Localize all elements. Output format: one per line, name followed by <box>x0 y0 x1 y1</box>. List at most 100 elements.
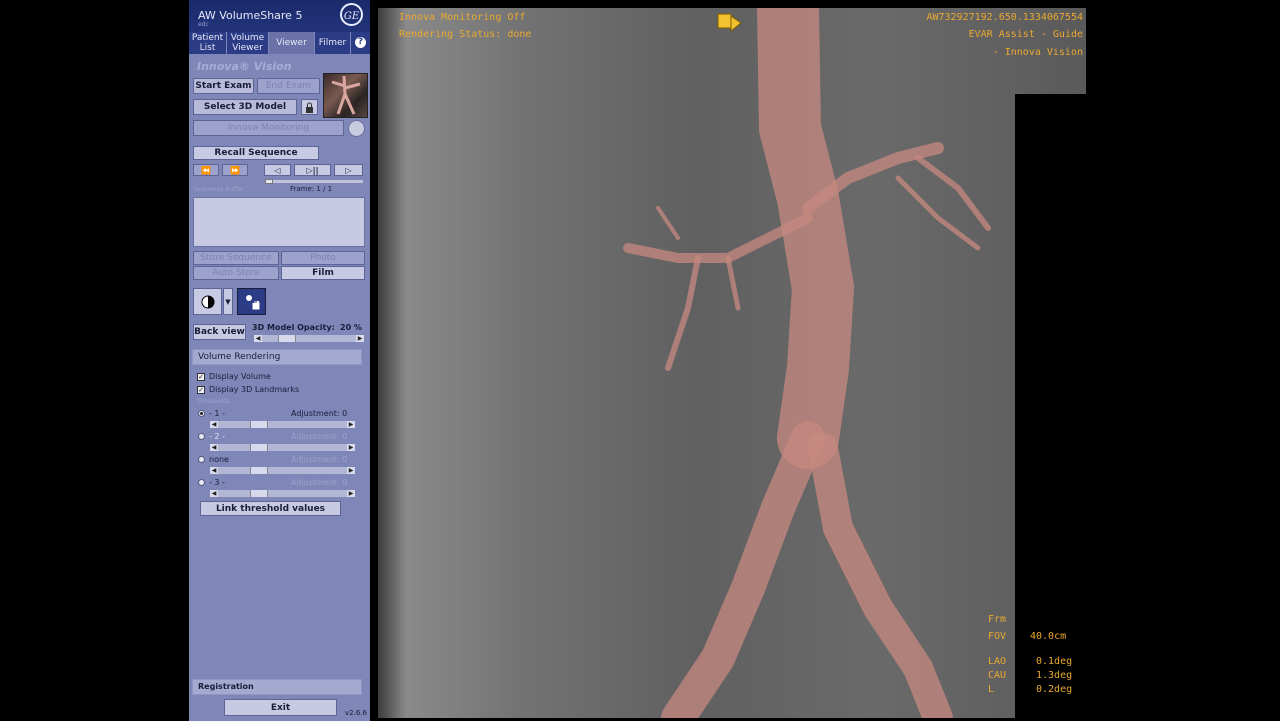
app-subtitle: edc <box>198 21 209 28</box>
monitoring-status-indicator <box>348 120 365 137</box>
fov-value: 40.0cm <box>1030 631 1067 642</box>
play-pause-button[interactable]: ▷|| <box>294 164 331 176</box>
display-landmarks-checkbox[interactable]: ✓ <box>197 386 205 394</box>
threshold-1-radio[interactable] <box>198 410 205 417</box>
threshold-2-knob[interactable] <box>250 444 268 451</box>
opacity-slider-knob[interactable] <box>278 335 296 342</box>
lock-button[interactable] <box>301 99 318 115</box>
opacity-label: 3D Model Opacity: <box>252 323 335 332</box>
slider-left-arrow-icon[interactable]: ◀ <box>210 421 218 428</box>
slider-right-arrow-icon[interactable]: ▶ <box>347 421 355 428</box>
slider-left-arrow-icon[interactable]: ◀ <box>210 444 218 451</box>
back-view-button[interactable]: Back view <box>193 324 246 340</box>
recall-sequence-button[interactable]: Recall Sequence <box>193 146 319 160</box>
link-threshold-values-button[interactable]: Link threshold values <box>200 501 341 516</box>
help-icon: ? <box>355 37 366 48</box>
help-button[interactable]: ? <box>351 32 370 54</box>
registration-section[interactable]: Registration <box>192 679 362 695</box>
threshold-1-name: - 1 - <box>209 409 225 418</box>
play-pause-icon: ▷|| <box>306 165 319 175</box>
fluoroscopy-viewport[interactable]: Innova Monitoring Off Rendering Status: … <box>378 8 1086 718</box>
thresholds-label: Thresholds <box>197 398 230 405</box>
frame-slider-knob[interactable] <box>265 179 273 184</box>
next-frame-button[interactable]: ▷ <box>334 164 363 176</box>
study-id-text: AW732927192.650.1334067554 <box>926 12 1083 23</box>
title-bar: AW VolumeShare 5 edc GE <box>189 0 370 32</box>
fast-forward-button[interactable]: ⏩ <box>222 164 248 176</box>
lao-value: 0.1deg <box>1036 656 1073 667</box>
slider-right-arrow-icon[interactable]: ▶ <box>347 444 355 451</box>
slider-left-arrow-icon[interactable]: ◀ <box>254 335 262 342</box>
threshold-2-radio[interactable] <box>198 433 205 440</box>
threshold-3-slider[interactable]: ◀ ▶ <box>209 489 356 498</box>
threshold-1-knob[interactable] <box>250 421 268 428</box>
chevron-down-icon: ▼ <box>225 297 231 306</box>
end-exam-button[interactable]: End Exam <box>257 78 320 94</box>
threshold-none-slider[interactable]: ◀ ▶ <box>209 466 356 475</box>
cau-value: 1.3deg <box>1036 670 1073 681</box>
ge-logo: GE <box>340 3 363 26</box>
fov-label: FOV <box>988 631 1007 642</box>
app-title: AW VolumeShare 5 <box>198 9 303 22</box>
opacity-slider[interactable]: ◀ ▶ <box>253 334 365 343</box>
display-landmarks-label: Display 3D Landmarks <box>209 385 300 394</box>
display-volume-checkbox[interactable]: ✓ <box>197 373 205 381</box>
threshold-none-radio[interactable] <box>198 456 205 463</box>
tab-volume-viewer[interactable]: Volume Viewer <box>227 32 269 54</box>
threshold-1-slider[interactable]: ◀ ▶ <box>209 420 356 429</box>
tab-viewer[interactable]: Viewer <box>269 32 315 54</box>
version-label: v2.6.6 <box>345 709 367 717</box>
slider-left-arrow-icon[interactable]: ◀ <box>210 490 218 497</box>
slider-right-arrow-icon[interactable]: ▶ <box>356 335 364 342</box>
photo-button[interactable]: Photo <box>281 251 365 265</box>
orientation-cube-icon[interactable] <box>717 12 742 33</box>
tool-dropdown-button[interactable]: ▼ <box>223 288 233 315</box>
rendering-status-text: Rendering Status: done <box>399 29 532 40</box>
threshold-3-adjustment: Adjustment: 0 <box>291 478 348 487</box>
l-label: L <box>988 684 995 695</box>
sequence-buffer-label: Sequence buffer <box>194 186 244 193</box>
innova-monitoring-button[interactable]: Innova Monitoring <box>193 120 344 136</box>
rewind-button[interactable]: ⏪ <box>193 164 219 176</box>
play-icon: ▷ <box>345 165 352 175</box>
l-value: 0.2deg <box>1036 684 1073 695</box>
threshold-none-adjustment: Adjustment: 0 <box>291 455 348 464</box>
pan-tool-button[interactable] <box>237 288 266 315</box>
monitoring-status-text: Innova Monitoring Off <box>399 12 526 23</box>
slider-right-arrow-icon[interactable]: ▶ <box>347 490 355 497</box>
select-3d-model-button[interactable]: Select 3D Model <box>193 99 297 115</box>
frame-counter: Frame: 1 / 1 <box>290 185 333 193</box>
contrast-tool-button[interactable] <box>193 288 222 315</box>
opacity-value: 20 % <box>340 323 362 332</box>
threshold-3-radio[interactable] <box>198 479 205 486</box>
film-button[interactable]: Film <box>281 266 365 280</box>
tab-filmer[interactable]: Filmer <box>315 32 351 54</box>
store-sequence-button[interactable]: Store Sequence <box>193 251 279 265</box>
contrast-icon <box>201 295 214 308</box>
play-reverse-icon: ◁ <box>274 165 281 175</box>
threshold-none-name: none <box>209 455 229 464</box>
aorta-vessel-overlay <box>623 8 991 718</box>
frm-label: Frm <box>988 614 1007 625</box>
slider-right-arrow-icon[interactable]: ▶ <box>347 467 355 474</box>
control-panel: AW VolumeShare 5 edc GE Patient List Vol… <box>189 0 370 721</box>
protocol-text: EVAR Assist - Guide <box>968 29 1083 40</box>
threshold-none-knob[interactable] <box>250 467 268 474</box>
vessel-thumbnail-icon <box>331 75 361 115</box>
start-exam-button[interactable]: Start Exam <box>193 78 254 94</box>
threshold-2-slider[interactable]: ◀ ▶ <box>209 443 356 452</box>
lao-label: LAO <box>988 656 1007 667</box>
volume-rendering-section[interactable]: Volume Rendering <box>192 349 362 365</box>
previous-frame-button[interactable]: ◁ <box>264 164 291 176</box>
sequence-buffer[interactable] <box>193 197 365 247</box>
tab-patient-list[interactable]: Patient List <box>189 32 227 54</box>
exit-button[interactable]: Exit <box>224 699 337 716</box>
3d-model-thumbnail[interactable] <box>323 73 368 118</box>
display-volume-label: Display Volume <box>209 372 271 381</box>
threshold-1-adjustment: Adjustment: 0 <box>291 409 348 418</box>
auto-store-button[interactable]: Auto Store <box>193 266 279 280</box>
threshold-3-knob[interactable] <box>250 490 268 497</box>
frame-slider[interactable] <box>265 179 363 184</box>
rewind-icon: ⏪ <box>201 165 211 175</box>
slider-left-arrow-icon[interactable]: ◀ <box>210 467 218 474</box>
